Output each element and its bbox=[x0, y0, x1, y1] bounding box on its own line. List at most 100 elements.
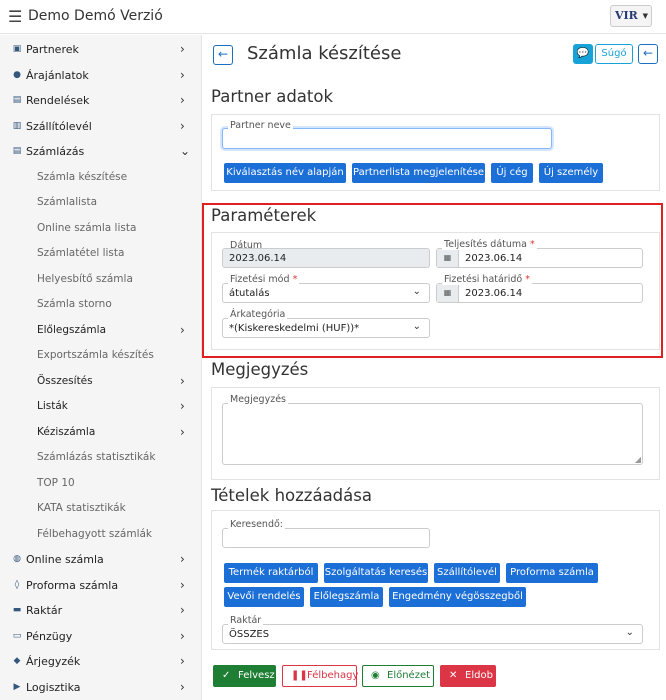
money-icon: ▭ bbox=[12, 630, 22, 641]
chevron-right-icon: › bbox=[180, 42, 185, 56]
sidebar-item-logisztika[interactable]: ▶ Logisztika › bbox=[0, 676, 201, 700]
sidebar-item-partnerek[interactable]: ▣ Partnerek › bbox=[0, 38, 201, 63]
note-card: ◢ Megjegyzés bbox=[211, 387, 660, 480]
arrow-left-icon: ← bbox=[642, 46, 654, 60]
sidebar-item-arjegyzek[interactable]: ◆ Árjegyzék › bbox=[0, 650, 201, 675]
discard-button[interactable]: ✕ Eldob bbox=[440, 665, 496, 687]
sidebar-item-label: Helyesbítő számla bbox=[37, 272, 133, 285]
item-source-button[interactable]: Termék raktárból bbox=[224, 563, 318, 583]
completion-date-value: 2023.06.14 bbox=[465, 253, 523, 264]
sidebar-item-osszesites[interactable]: Összesítés › bbox=[0, 370, 201, 395]
item-source-button[interactable]: Vevői rendelés bbox=[224, 587, 304, 607]
sidebar-item-label: Online számla lista bbox=[37, 221, 137, 234]
back-button[interactable]: ← bbox=[213, 45, 233, 65]
top-bar: ☰ Demo Demó Verzió VIR ▼ bbox=[0, 0, 666, 34]
page-title: Számla készítése bbox=[247, 43, 402, 64]
chevron-right-icon: › bbox=[180, 322, 185, 337]
truck-icon: ▶ bbox=[13, 681, 21, 692]
resize-handle-icon[interactable]: ◢ bbox=[635, 455, 641, 464]
item-source-button[interactable]: Szolgáltatás keresés bbox=[324, 563, 428, 583]
chevron-right-icon: › bbox=[180, 399, 185, 413]
partner-action-button[interactable]: Új cég bbox=[491, 163, 533, 183]
item-source-button[interactable]: Engedmény végösszegből bbox=[389, 587, 526, 607]
sidebar-item-label: Kéziszámla bbox=[37, 425, 96, 438]
sidebar-item-top-10[interactable]: TOP 10 bbox=[0, 472, 201, 497]
note-textarea[interactable]: ◢ bbox=[222, 403, 643, 465]
logo-dropdown[interactable]: VIR ▼ bbox=[610, 5, 652, 27]
calendar-icon[interactable]: ▦ bbox=[437, 284, 459, 302]
item-source-button[interactable]: Proforma számla bbox=[506, 563, 598, 583]
add-button[interactable]: ✓ Felvesz bbox=[213, 665, 276, 687]
payment-method-select[interactable]: átutalás ⌄ bbox=[222, 283, 430, 303]
preview-button[interactable]: ◉ Előnézet bbox=[362, 665, 434, 687]
completion-date-field[interactable]: ▦ 2023.06.14 bbox=[436, 248, 643, 268]
calendar-icon[interactable]: ▦ bbox=[437, 249, 459, 267]
sidebar-item-label: KATA statisztikák bbox=[37, 502, 126, 514]
sidebar-item-helyesbito-szamla[interactable]: Helyesbítő számla bbox=[0, 268, 201, 293]
sidebar-item-szamlalista[interactable]: Számlalista bbox=[0, 191, 201, 216]
chevron-right-icon: › bbox=[180, 93, 185, 107]
date-label: Dátum bbox=[230, 240, 263, 251]
sidebar-item-online-szamla-lista[interactable]: Online számla lista bbox=[0, 217, 201, 242]
sidebar-item-keziszamla[interactable]: Kéziszámla › bbox=[0, 421, 201, 446]
section-title-partner: Partner adatok bbox=[211, 87, 334, 106]
price-category-select[interactable]: *(Kiskereskedelmi (HUF))* ⌄ bbox=[222, 318, 430, 338]
date-field: 2023.06.14 bbox=[222, 248, 430, 268]
sidebar-item-online-szamla[interactable]: ◍ Online számla › bbox=[0, 548, 201, 573]
date-value: 2023.06.14 bbox=[229, 253, 287, 264]
sidebar-item-raktar[interactable]: ▬ Raktár › bbox=[0, 599, 201, 624]
sidebar-item-szamlatetel-lista[interactable]: Számlatétel lista bbox=[0, 242, 201, 267]
sidebar-item-szallitolevel[interactable]: ▥ Szállítólevél › bbox=[0, 115, 201, 140]
partner-card: Partner neve Kiválasztás név alapján Part… bbox=[211, 114, 660, 191]
partner-name-input[interactable] bbox=[222, 128, 552, 149]
item-search-label: Keresendő: bbox=[228, 519, 286, 530]
partner-action-button[interactable]: Partnerlista megjelenítése bbox=[352, 163, 485, 183]
sidebar-item-label: Partnerek bbox=[26, 43, 79, 56]
payment-deadline-label: Fizetési határidő * bbox=[442, 274, 532, 285]
warehouse-select[interactable]: ÖSSZES ⌄ bbox=[222, 624, 643, 644]
item-source-button[interactable]: Előlegszámla bbox=[310, 587, 383, 607]
chevron-right-icon: › bbox=[180, 373, 185, 388]
pause-icon: ❚❚ bbox=[291, 670, 308, 681]
pause-button[interactable]: ❚❚ Félbehagy bbox=[282, 665, 358, 687]
main-content: ← Számla készítése 💬 Súgó ← Partner adat… bbox=[203, 35, 666, 700]
sidebar-item-kata-statisztikak[interactable]: KATA statisztikák bbox=[0, 497, 201, 522]
help-button[interactable]: Súgó bbox=[595, 44, 633, 64]
item-source-button[interactable]: Szállítólevél bbox=[434, 563, 500, 583]
sidebar-item-proforma-szamla[interactable]: ◊ Proforma számla › bbox=[0, 574, 201, 599]
pricetag-icon: ◆ bbox=[13, 656, 21, 666]
sidebar-item-szamla-keszitese[interactable]: Számla készítése bbox=[0, 166, 201, 191]
sidebar-item-label: Szállítólevél bbox=[26, 119, 92, 133]
payment-method-value: átutalás bbox=[229, 288, 270, 299]
sidebar-item-listak[interactable]: Listák › bbox=[0, 395, 201, 420]
chevron-right-icon: › bbox=[180, 603, 185, 617]
payment-deadline-field[interactable]: ▦ 2023.06.14 bbox=[436, 283, 643, 303]
price-category-label: Árkategória bbox=[228, 309, 288, 320]
eye-icon: ◉ bbox=[371, 670, 380, 681]
sidebar-item-label: Számlázás bbox=[26, 145, 85, 158]
back-button-secondary[interactable]: ← bbox=[638, 44, 658, 64]
sidebar-item-arajanlatok[interactable]: ● Árajánlatok › bbox=[0, 64, 201, 89]
sidebar-item-exportszamla-keszites[interactable]: Exportszámla készítés bbox=[0, 344, 201, 369]
chat-icon: ● bbox=[13, 69, 21, 80]
help-chat-icon[interactable]: 💬 bbox=[573, 44, 593, 64]
partner-action-button[interactable]: Új személy bbox=[539, 163, 603, 183]
sidebar-item-rendelesek[interactable]: ▤ Rendelések › bbox=[0, 89, 201, 114]
sidebar-item-felbehagyott-szamlak[interactable]: Félbehagyott számlák bbox=[0, 523, 201, 548]
sidebar-item-penzugy[interactable]: ▭ Pénzügy › bbox=[0, 625, 201, 650]
item-search-input[interactable] bbox=[222, 528, 430, 548]
check-icon: ✓ bbox=[222, 670, 231, 681]
sidebar-item-label: Rendelések bbox=[26, 94, 90, 107]
partner-name-label: Partner neve bbox=[228, 120, 293, 131]
sidebar-item-szamlazas-statisztikak[interactable]: Számlázás statisztikák bbox=[0, 446, 201, 471]
chevron-right-icon: › bbox=[180, 67, 185, 82]
tag-icon: ◊ bbox=[14, 579, 20, 590]
sidebar-item-szamlazas[interactable]: ▤ Számlázás ⌄ bbox=[0, 140, 201, 165]
partner-action-button[interactable]: Kiválasztás név alapján bbox=[224, 163, 346, 183]
warehouse-icon: ▬ bbox=[12, 605, 22, 615]
sidebar-item-label: Számla készítése bbox=[37, 170, 128, 183]
sidebar-item-szamla-storno[interactable]: Számla storno bbox=[0, 293, 201, 318]
note-label: Megjegyzés bbox=[228, 394, 288, 405]
sidebar-item-elolegszamla[interactable]: Előlegszámla › bbox=[0, 319, 201, 344]
hamburger-menu-icon[interactable]: ☰ bbox=[8, 7, 22, 26]
